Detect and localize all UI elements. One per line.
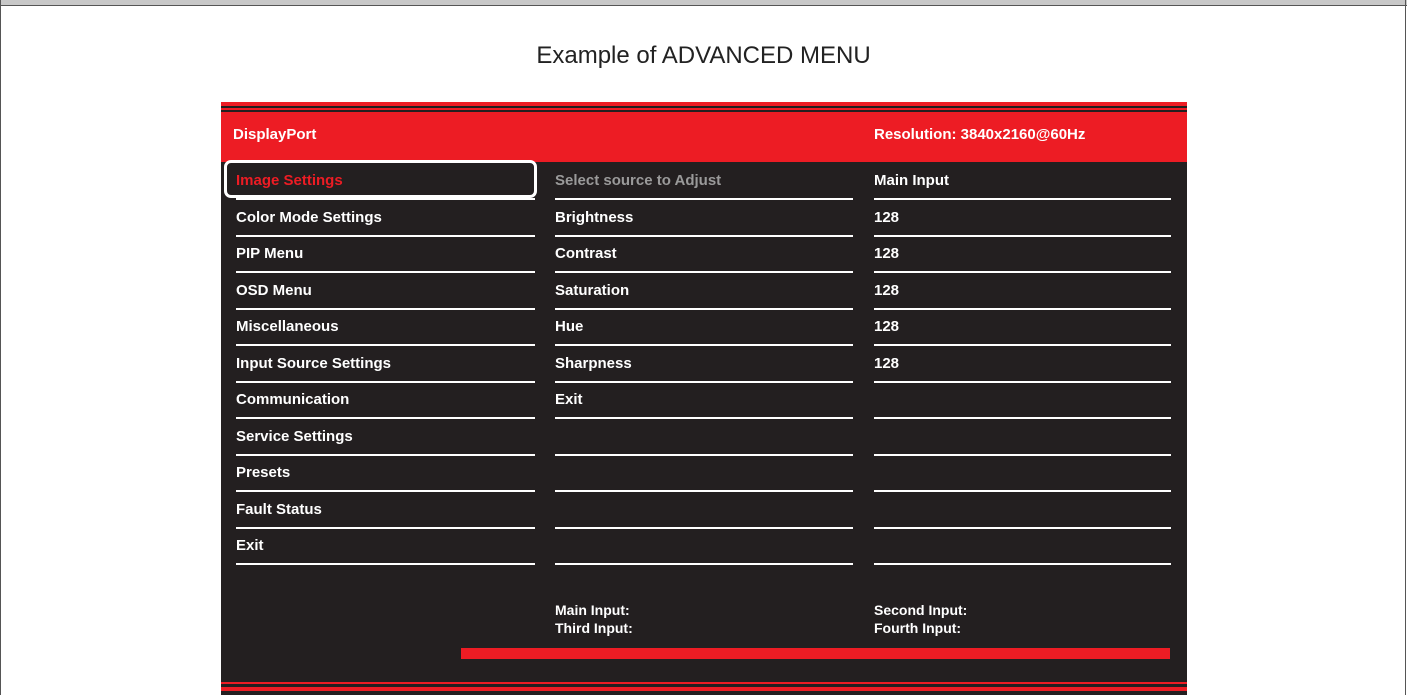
menu-item[interactable]: Image Settings	[236, 164, 535, 200]
menu-item-label: Input Source Settings	[236, 354, 392, 372]
setting-value	[874, 420, 1171, 456]
row-divider	[555, 563, 853, 565]
menu-item-label: Color Mode Settings	[236, 208, 382, 226]
menu-item-label: Service Settings	[236, 427, 353, 445]
menu-item[interactable]: Service Settings	[236, 420, 535, 456]
menu-item[interactable]: Exit	[236, 529, 535, 565]
page-top-border	[0, 0, 1407, 6]
setting-item-label: Select source to Adjust	[555, 172, 722, 189]
setting-value: 128	[874, 201, 1171, 237]
bottom-stripes	[221, 682, 1187, 695]
page-right-border	[1405, 0, 1406, 695]
row-divider	[236, 563, 535, 565]
setting-item[interactable]: Saturation	[555, 274, 853, 310]
setting-value: 128	[874, 310, 1171, 346]
menu-item-label: Communication	[236, 391, 350, 408]
menu-item[interactable]: Color Mode Settings	[236, 201, 535, 237]
setting-item[interactable]: Brightness	[555, 201, 853, 237]
setting-item[interactable]	[555, 456, 853, 492]
setting-value: Main Input	[874, 164, 1171, 200]
setting-item-label: Exit	[555, 391, 583, 408]
menu-item-label: PIP Menu	[236, 245, 304, 262]
setting-value-label: 128	[874, 281, 900, 299]
menu-item[interactable]: OSD Menu	[236, 274, 535, 310]
setting-value-label: Main Input	[874, 172, 949, 189]
menu-item[interactable]: Miscellaneous	[236, 310, 535, 346]
setting-value-label: 128	[874, 354, 900, 372]
fourth-input-label: Fourth Input:	[874, 620, 962, 636]
setting-item-label: Sharpness	[555, 354, 632, 372]
menu-item-label: Exit	[236, 537, 264, 554]
setting-value-label: 128	[874, 208, 900, 226]
input-source-label: DisplayPort	[233, 126, 317, 143]
setting-item[interactable]: Contrast	[555, 237, 853, 273]
setting-value	[874, 529, 1171, 565]
third-input-label: Third Input:	[555, 620, 633, 636]
osd-menu-panel: DisplayPort Resolution: 3840x2160@60Hz I…	[221, 102, 1187, 695]
stripe	[221, 108, 1187, 110]
setting-value	[874, 456, 1171, 492]
setting-item[interactable]	[555, 493, 853, 529]
setting-value: 128	[874, 347, 1171, 383]
setting-item[interactable]: Exit	[555, 383, 853, 419]
stripe	[221, 102, 1187, 106]
setting-item[interactable]	[555, 529, 853, 565]
setting-value-label: 128	[874, 245, 900, 262]
menu-item[interactable]: Fault Status	[236, 493, 535, 529]
menu-item-label: Presets	[236, 464, 291, 481]
second-input-label: Second Input:	[874, 602, 968, 618]
setting-item-label: Saturation	[555, 281, 630, 299]
page-caption: Example of ADVANCED MENU	[536, 42, 871, 69]
menu-item[interactable]: Input Source Settings	[236, 347, 535, 383]
setting-item-label: Brightness	[555, 208, 634, 226]
setting-item-label: Hue	[555, 318, 584, 335]
setting-value-label: 128	[874, 318, 900, 335]
menu-item[interactable]: Presets	[236, 456, 535, 492]
setting-item[interactable]: Hue	[555, 310, 853, 346]
menu-item[interactable]: Communication	[236, 383, 535, 419]
setting-value	[874, 493, 1171, 529]
main-input-label: Main Input:	[555, 602, 630, 618]
setting-value	[874, 383, 1171, 419]
setting-item[interactable]: Sharpness	[555, 347, 853, 383]
setting-value: 128	[874, 237, 1171, 273]
row-divider	[874, 563, 1171, 565]
menu-item-label: Image Settings	[236, 172, 343, 189]
page-left-border	[0, 0, 1, 695]
setting-item-label: Contrast	[555, 245, 617, 262]
stripe	[221, 682, 1187, 684]
menu-item-label: Fault Status	[236, 500, 322, 518]
setting-value: 128	[874, 274, 1171, 310]
stripe	[221, 687, 1187, 691]
osd-header: DisplayPort Resolution: 3840x2160@60Hz	[221, 112, 1187, 162]
menu-item[interactable]: PIP Menu	[236, 237, 535, 273]
resolution-label: Resolution: 3840x2160@60Hz	[874, 126, 1086, 143]
setting-item[interactable]	[555, 420, 853, 456]
menu-item-label: OSD Menu	[236, 281, 312, 299]
top-stripes	[221, 102, 1187, 112]
status-bar	[461, 648, 1170, 659]
setting-item[interactable]: Select source to Adjust	[555, 164, 853, 200]
menu-item-label: Miscellaneous	[236, 318, 339, 335]
